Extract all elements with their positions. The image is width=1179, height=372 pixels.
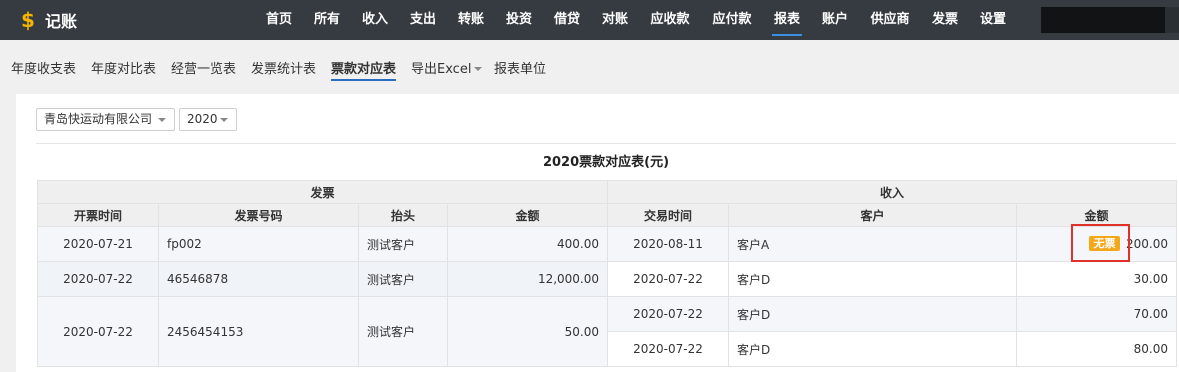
tab-invoice-payment[interactable]: 票款对应表 xyxy=(331,58,397,81)
year-select[interactable]: 2020 xyxy=(179,108,237,131)
income-table: 收入 交易时间 客户 金额 2020-08-11 客户A 200.00 2020… xyxy=(607,180,1177,367)
invoice-number: fp002 xyxy=(158,226,359,262)
column-header: 客户 xyxy=(728,203,1017,227)
report-title: 2020票款对应表(元) xyxy=(542,155,670,170)
income-date: 2020-07-22 xyxy=(607,261,729,297)
main-nav: 首页 所有 收入 支出 转账 投资 借贷 对账 应收款 应付款 报表 账户 供应… xyxy=(264,0,1008,40)
nav-item-receivable[interactable]: 应收款 xyxy=(648,0,692,40)
invoice-column-headers: 开票时间 发票号码 抬头 金额 xyxy=(37,203,609,227)
invoice-amount[interactable]: 50.00 xyxy=(446,296,609,367)
income-date: 2020-07-22 xyxy=(607,296,729,332)
chevron-down-icon xyxy=(220,118,228,122)
table-row[interactable]: 2020-07-22 46546878 测试客户 12,000.00 xyxy=(37,261,609,297)
invoice-title: 测试客户 xyxy=(358,226,448,262)
income-date: 2020-08-11 xyxy=(607,226,729,262)
invoice-date: 2020-07-22 xyxy=(37,296,159,367)
nav-item-reconcile[interactable]: 对账 xyxy=(600,0,630,40)
invoice-table: 发票 开票时间 发票号码 抬头 金额 2020-07-21 fp002 测试客户… xyxy=(36,180,609,367)
invoice-section-header: 发票 xyxy=(36,180,609,204)
nav-item-expense[interactable]: 支出 xyxy=(408,0,438,40)
nav-item-income[interactable]: 收入 xyxy=(360,0,390,40)
divider xyxy=(36,143,1176,144)
income-customer: 客户D xyxy=(728,261,1017,297)
nav-item-payable[interactable]: 应付款 xyxy=(710,0,754,40)
column-header: 开票时间 xyxy=(37,203,159,227)
year-select-value: 2020 xyxy=(187,112,218,126)
nav-item-invoices[interactable]: 发票 xyxy=(930,0,960,40)
column-header: 交易时间 xyxy=(607,203,729,227)
invoice-title: 测试客户 xyxy=(358,296,448,367)
tab-report-unit[interactable]: 报表单位 xyxy=(494,58,546,80)
income-date: 2020-07-22 xyxy=(607,331,729,367)
nav-item-investment[interactable]: 投资 xyxy=(504,0,534,40)
nav-item-loan[interactable]: 借贷 xyxy=(552,0,582,40)
income-customer: 客户D xyxy=(728,296,1017,332)
top-navbar: $ 记账 首页 所有 收入 支出 转账 投资 借贷 对账 应收款 应付款 报表 … xyxy=(0,0,1179,40)
app-logo[interactable]: $ 记账 xyxy=(20,7,77,33)
nav-item-all[interactable]: 所有 xyxy=(312,0,342,40)
income-amount[interactable]: 70.00 xyxy=(1016,296,1177,332)
income-section-title: 收入 xyxy=(607,180,1177,204)
nav-item-home[interactable]: 首页 xyxy=(264,0,294,40)
income-amount[interactable]: 30.00 xyxy=(1016,261,1177,297)
invoice-section-title: 发票 xyxy=(36,180,609,204)
income-customer: 客户D xyxy=(728,331,1017,367)
app-title: 记账 xyxy=(45,12,78,31)
table-row[interactable]: 2020-07-22 客户D 80.00 xyxy=(607,331,1177,367)
table-row[interactable]: 2020-07-22 2456454153 测试客户 50.00 xyxy=(37,296,609,367)
tab-invoice-statistics[interactable]: 发票统计表 xyxy=(251,58,316,80)
invoice-title: 测试客户 xyxy=(358,261,448,297)
table-row[interactable]: 2020-07-22 客户D 30.00 xyxy=(607,261,1177,297)
chevron-down-icon xyxy=(158,118,166,122)
nav-item-suppliers[interactable]: 供应商 xyxy=(868,0,912,40)
table-row[interactable]: 2020-07-22 客户D 70.00 xyxy=(607,296,1177,332)
invoice-number: 2456454153 xyxy=(158,296,359,367)
highlight-box xyxy=(1071,224,1130,262)
income-customer: 客户A xyxy=(728,226,1017,262)
income-amount[interactable]: 80.00 xyxy=(1016,331,1177,367)
search-edge xyxy=(1165,7,1179,33)
invoice-amount[interactable]: 400.00 xyxy=(446,226,609,262)
table-row[interactable]: 2020-07-21 fp002 测试客户 400.00 xyxy=(37,226,609,262)
chevron-down-icon xyxy=(474,67,483,71)
nav-item-accounts[interactable]: 账户 xyxy=(820,0,850,40)
column-header: 金额 xyxy=(446,203,609,227)
invoice-amount[interactable]: 12,000.00 xyxy=(446,261,609,297)
invoice-date: 2020-07-22 xyxy=(37,261,159,297)
nav-item-settings[interactable]: 设置 xyxy=(978,0,1008,40)
company-select-value: 青岛快运动有限公司 xyxy=(44,112,153,126)
invoice-date: 2020-07-21 xyxy=(37,226,159,262)
report-tabs: 年度收支表 年度对比表 经营一览表 发票统计表 票款对应表 导出Excel 报表… xyxy=(0,40,1179,92)
income-section-header: 收入 xyxy=(607,180,1177,204)
invoice-number: 46546878 xyxy=(158,261,359,297)
dollar-icon: $ xyxy=(21,8,35,32)
tab-business-overview[interactable]: 经营一览表 xyxy=(171,58,236,80)
nav-item-reports[interactable]: 报表 xyxy=(772,0,802,40)
company-select[interactable]: 青岛快运动有限公司 xyxy=(36,108,175,131)
column-header: 发票号码 xyxy=(158,203,359,227)
column-header: 抬头 xyxy=(358,203,448,227)
export-excel-dropdown[interactable]: 导出Excel xyxy=(411,58,483,80)
export-excel-label: 导出Excel xyxy=(411,62,472,77)
tab-annual-comparison[interactable]: 年度对比表 xyxy=(91,58,156,80)
tab-annual-income-expense[interactable]: 年度收支表 xyxy=(11,58,76,80)
search-input[interactable] xyxy=(1041,7,1165,33)
nav-item-transfer[interactable]: 转账 xyxy=(456,0,486,40)
